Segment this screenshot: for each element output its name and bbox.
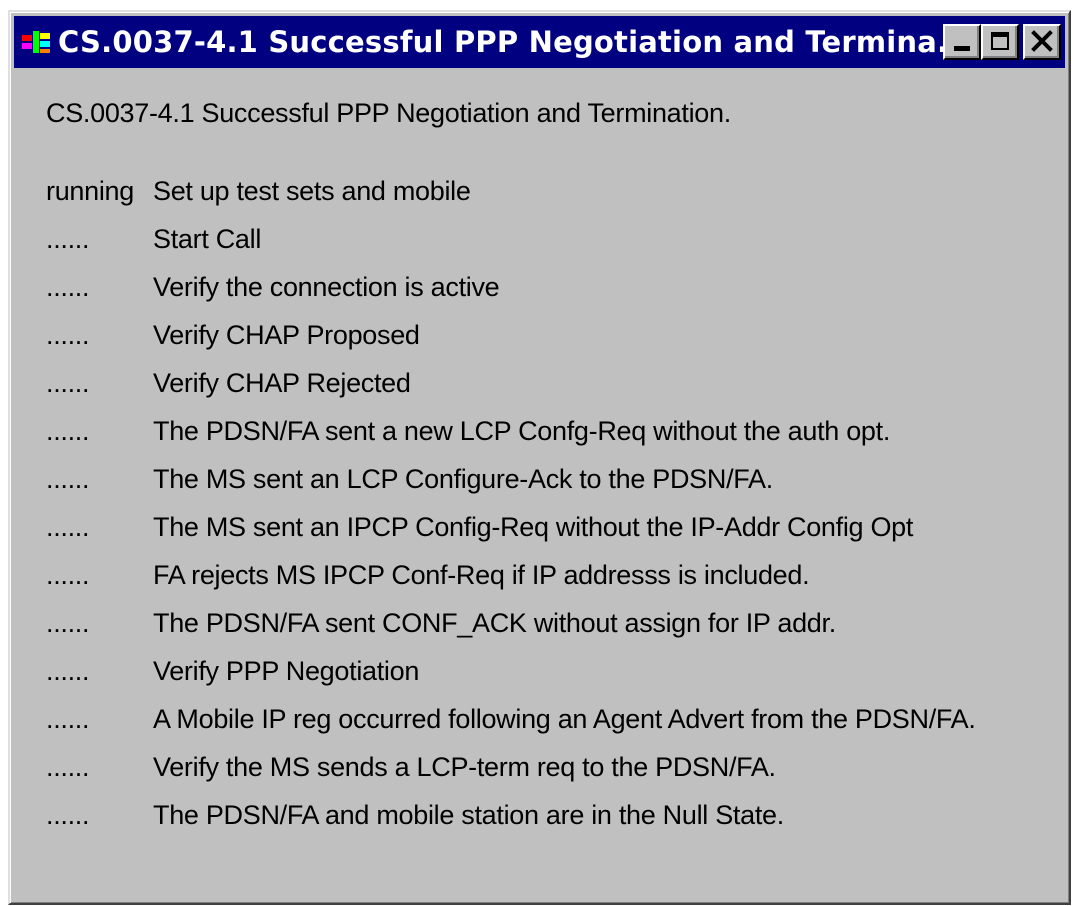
- step-row: ...... Verify PPP Negotiation: [46, 656, 976, 704]
- step-status: ......: [46, 416, 90, 446]
- step-status: ......: [46, 560, 90, 590]
- step-label: Verify the MS sends a LCP-term req to th…: [153, 752, 776, 782]
- step-label: The PDSN/FA and mobile station are in th…: [153, 800, 784, 830]
- step-row: ...... Verify CHAP Rejected: [46, 368, 976, 416]
- step-row: ...... Start Call: [46, 224, 976, 272]
- step-label: A Mobile IP reg occurred following an Ag…: [153, 704, 976, 734]
- step-label: FA rejects MS IPCP Conf-Req if IP addres…: [153, 560, 810, 590]
- step-label: Verify the connection is active: [153, 272, 500, 302]
- step-label: Set up test sets and mobile: [153, 176, 471, 206]
- window-content: CS.0037-4.1 Successful PPP Negotiation a…: [14, 68, 1065, 899]
- maximize-icon: [991, 32, 1009, 50]
- step-status: ......: [46, 512, 90, 542]
- step-status: ......: [46, 608, 90, 638]
- step-status: ......: [46, 320, 90, 350]
- step-status: ......: [46, 464, 90, 494]
- step-row: ...... The PDSN/FA sent a new LCP Confg-…: [46, 416, 976, 464]
- step-row: ...... A Mobile IP reg occurred followin…: [46, 704, 976, 752]
- step-label: The PDSN/FA sent CONF_ACK without assign…: [153, 608, 836, 638]
- step-list: running Set up test sets and mobile ....…: [46, 176, 976, 848]
- step-row: ...... The PDSN/FA and mobile station ar…: [46, 800, 976, 848]
- window-title: CS.0037-4.1 Successful PPP Negotiation a…: [58, 25, 943, 59]
- step-status: running: [46, 176, 134, 206]
- step-label: Start Call: [153, 224, 262, 254]
- step-row: running Set up test sets and mobile: [46, 176, 976, 224]
- step-row: ...... The MS sent an IPCP Config-Req wi…: [46, 512, 976, 560]
- close-button[interactable]: [1023, 24, 1061, 60]
- test-window: CS.0037-4.1 Successful PPP Negotiation a…: [8, 10, 1071, 905]
- step-row: ...... FA rejects MS IPCP Conf-Req if IP…: [46, 560, 976, 608]
- step-label: Verify CHAP Proposed: [153, 320, 420, 350]
- step-row: ...... The MS sent an LCP Configure-Ack …: [46, 464, 976, 512]
- step-label: Verify CHAP Rejected: [153, 368, 411, 398]
- step-label: Verify PPP Negotiation: [153, 656, 420, 686]
- step-status: ......: [46, 704, 90, 734]
- step-status: ......: [46, 752, 90, 782]
- minimize-icon: [954, 46, 970, 51]
- window-controls: [943, 24, 1061, 60]
- step-row: ...... The PDSN/FA sent CONF_ACK without…: [46, 608, 976, 656]
- step-row: ...... Verify the connection is active: [46, 272, 976, 320]
- step-status: ......: [46, 656, 90, 686]
- step-row: ...... Verify the MS sends a LCP-term re…: [46, 752, 976, 800]
- step-label: The MS sent an IPCP Config-Req without t…: [153, 512, 914, 542]
- step-status: ......: [46, 368, 90, 398]
- close-icon: [1031, 30, 1053, 52]
- title-bar[interactable]: CS.0037-4.1 Successful PPP Negotiation a…: [14, 16, 1065, 68]
- step-row: ...... Verify CHAP Proposed: [46, 320, 976, 368]
- step-status: ......: [46, 272, 90, 302]
- step-label: The PDSN/FA sent a new LCP Confg-Req wit…: [153, 416, 891, 446]
- minimize-button[interactable]: [943, 24, 981, 60]
- test-heading: CS.0037-4.1 Successful PPP Negotiation a…: [46, 98, 731, 128]
- test-app-icon[interactable]: [20, 25, 54, 59]
- maximize-button[interactable]: [981, 24, 1019, 60]
- step-status: ......: [46, 800, 90, 830]
- step-status: ......: [46, 224, 90, 254]
- step-label: The MS sent an LCP Configure-Ack to the …: [153, 464, 773, 494]
